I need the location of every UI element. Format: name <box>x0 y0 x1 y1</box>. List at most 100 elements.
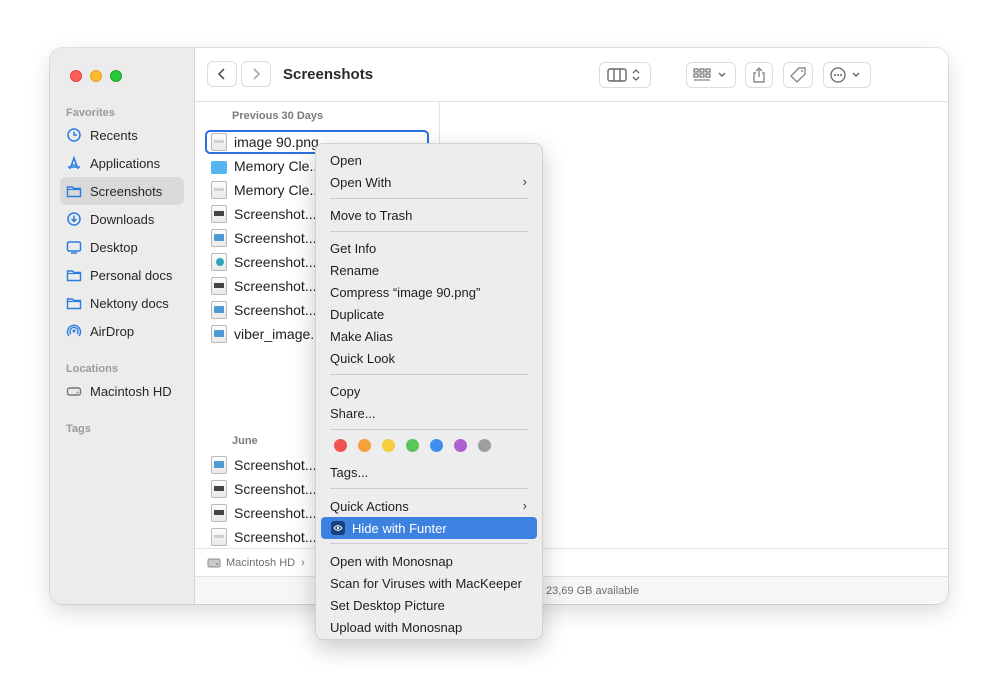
tag-color-dot[interactable] <box>358 439 371 452</box>
menu-item-scan-for-viruses[interactable]: Scan for Viruses with MacKeeper <box>321 572 537 594</box>
path-item-disk[interactable]: Macintosh HD <box>226 557 295 569</box>
clock-icon <box>66 127 82 143</box>
file-name: Screenshot... <box>234 302 317 318</box>
favorites-header: Favorites <box>66 107 115 119</box>
sidebar-item-label: Applications <box>90 155 161 171</box>
file-browser: Previous 30 Days June image 90.png Memory… <box>195 102 948 604</box>
tag-icon <box>790 67 806 83</box>
image-file-icon <box>211 277 227 295</box>
tag-color-dot[interactable] <box>382 439 395 452</box>
tag-color-dot[interactable] <box>454 439 467 452</box>
sidebar-item-recents[interactable]: Recents <box>60 121 184 149</box>
file-name: Memory Cle... <box>234 182 322 198</box>
image-file-icon <box>211 181 227 199</box>
minimize-window-button[interactable] <box>90 70 102 82</box>
sidebar-item-label: Macintosh HD <box>90 383 172 399</box>
sidebar-item-label: Screenshots <box>90 183 163 199</box>
image-file-icon <box>211 528 227 546</box>
tag-color-dot[interactable] <box>406 439 419 452</box>
file-name: Screenshot... <box>234 206 317 222</box>
chevron-left-icon <box>217 68 225 80</box>
tag-button[interactable] <box>783 62 813 88</box>
image-file-icon <box>211 229 227 247</box>
file-name: Screenshot... <box>234 254 317 270</box>
grid-group-icon <box>693 68 726 81</box>
image-file-icon <box>211 456 227 474</box>
download-icon <box>66 211 82 227</box>
tag-color-dot[interactable] <box>334 439 347 452</box>
chevron-right-icon: › <box>522 174 527 189</box>
sidebar-item-screenshots[interactable]: Screenshots <box>60 177 184 205</box>
maximize-window-button[interactable] <box>110 70 122 82</box>
menu-item-label: Hide with Funter <box>352 520 447 536</box>
menu-item-label: Quick Actions <box>330 498 409 514</box>
menu-item-hide-with-funter[interactable]: Hide with Funter <box>321 517 537 539</box>
menu-item-label: Make Alias <box>330 328 393 344</box>
folder-icon <box>66 295 82 311</box>
more-actions-button[interactable] <box>823 62 871 88</box>
applications-icon <box>66 155 82 171</box>
menu-item-label: Rename <box>330 262 380 278</box>
sidebar-item-airdrop[interactable]: AirDrop <box>60 317 184 345</box>
tag-color-dot[interactable] <box>478 439 491 452</box>
menu-item-rename[interactable]: Rename <box>321 259 537 281</box>
locations-header: Locations <box>66 363 118 375</box>
path-bar: Macintosh HD › <box>195 548 948 576</box>
sidebar-item-applications[interactable]: Applications <box>60 149 184 177</box>
file-name: Screenshot... <box>234 505 317 521</box>
window-title: Screenshots <box>283 66 374 83</box>
menu-item-label: Scan for Viruses with MacKeeper <box>330 575 522 591</box>
menu-item-make-alias[interactable]: Make Alias <box>321 325 537 347</box>
forward-button[interactable] <box>241 61 271 87</box>
sidebar-item-desktop[interactable]: Desktop <box>60 233 184 261</box>
menu-item-label: Upload with Monosnap <box>330 619 463 635</box>
menu-item-quick-look[interactable]: Quick Look <box>321 347 537 369</box>
menu-item-copy[interactable]: Copy <box>321 380 537 402</box>
group-button[interactable] <box>686 62 736 88</box>
sidebar-item-label: Nektony docs <box>90 295 169 311</box>
toolbar: Screenshots <box>195 48 948 102</box>
menu-item-set-desktop-picture[interactable]: Set Desktop Picture <box>321 594 537 616</box>
menu-item-compress[interactable]: Compress “image 90.png” <box>321 281 537 303</box>
file-name: image 90.png <box>234 134 319 150</box>
sidebar-item-nektony-docs[interactable]: Nektony docs <box>60 289 184 317</box>
menu-item-move-to-trash[interactable]: Move to Trash <box>321 204 537 226</box>
image-file-icon <box>211 504 227 522</box>
menu-item-share[interactable]: Share... <box>321 402 537 424</box>
tags-header: Tags <box>66 423 91 435</box>
menu-item-quick-actions[interactable]: Quick Actions › <box>321 495 537 517</box>
sidebar-item-downloads[interactable]: Downloads <box>60 205 184 233</box>
menu-item-upload-with-monosnap[interactable]: Upload with Monosnap <box>321 616 537 638</box>
share-button[interactable] <box>745 62 773 88</box>
group-header-previous-30-days: Previous 30 Days <box>232 110 324 122</box>
menu-separator <box>330 488 528 489</box>
menu-separator <box>330 374 528 375</box>
chevron-right-icon <box>253 68 261 80</box>
view-options-button[interactable] <box>599 62 651 88</box>
menu-separator <box>330 543 528 544</box>
menu-item-open-with[interactable]: Open With › <box>321 171 537 193</box>
sidebar-item-label: Desktop <box>90 239 138 255</box>
file-name: Screenshot... <box>234 457 317 473</box>
sidebar-item-label: Recents <box>90 127 138 143</box>
file-name: Memory Cle... <box>234 158 322 174</box>
menu-item-open-with-monosnap[interactable]: Open with Monosnap <box>321 550 537 572</box>
columns-view-icon <box>607 68 640 82</box>
sidebar-item-personal-docs[interactable]: Personal docs <box>60 261 184 289</box>
close-window-button[interactable] <box>70 70 82 82</box>
menu-item-label: Share... <box>330 405 376 421</box>
menu-item-label: Quick Look <box>330 350 396 366</box>
sidebar: Favorites Recents Applications Screensho… <box>50 48 195 604</box>
available-space: 23,69 GB available <box>546 585 639 597</box>
group-header-june: June <box>232 435 258 447</box>
menu-item-duplicate[interactable]: Duplicate <box>321 303 537 325</box>
menu-item-tags[interactable]: Tags... <box>321 461 537 483</box>
sidebar-item-label: Personal docs <box>90 267 173 283</box>
sidebar-item-macintosh-hd[interactable]: Macintosh HD <box>60 377 184 405</box>
menu-item-open[interactable]: Open <box>321 149 537 171</box>
menu-item-get-info[interactable]: Get Info <box>321 237 537 259</box>
menu-separator <box>330 231 528 232</box>
folder-icon <box>211 160 227 174</box>
back-button[interactable] <box>207 61 237 87</box>
tag-color-dot[interactable] <box>430 439 443 452</box>
